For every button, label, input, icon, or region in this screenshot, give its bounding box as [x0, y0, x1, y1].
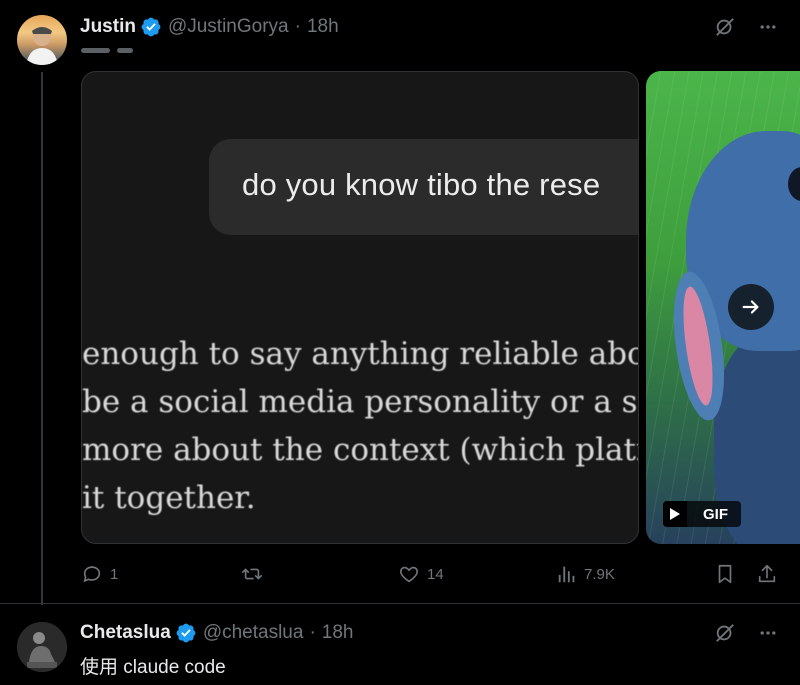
views-button[interactable]: 7.9K: [556, 563, 615, 585]
more-options-icon[interactable]: [758, 623, 778, 643]
tweet-justin[interactable]: Justin @JustinGorya · 18h do you know ti…: [0, 0, 800, 605]
gif-label: GIF: [703, 505, 728, 523]
carousel-next-button[interactable]: [728, 284, 774, 330]
text-placeholder: [117, 48, 133, 53]
tweet-header: Justin @JustinGorya · 18h: [80, 14, 339, 40]
response-line: be a social media personality or a sp: [82, 384, 639, 420]
like-button[interactable]: 14: [397, 563, 444, 585]
media-gif[interactable]: [646, 71, 800, 544]
text-placeholder: [81, 48, 110, 53]
bookmark-icon: [718, 564, 732, 584]
verified-badge-icon: [140, 16, 162, 38]
more-options-icon[interactable]: [758, 17, 778, 37]
retweet-icon: [242, 568, 262, 580]
play-icon[interactable]: [663, 501, 687, 527]
response-line: more about the context (which platf: [82, 432, 639, 468]
chat-bubble-text: do you know tibo the rese: [242, 167, 601, 202]
reply-button[interactable]: 1: [80, 563, 118, 585]
reply-icon: [83, 566, 101, 583]
heart-icon: [399, 566, 419, 583]
share-button[interactable]: [756, 563, 778, 585]
response-text: enough to say anything reliable abou be …: [82, 330, 639, 522]
like-count: 14: [427, 565, 444, 583]
separator-dot: ·: [294, 16, 301, 37]
tweet-top-actions: [714, 622, 778, 644]
timestamp[interactable]: 18h: [322, 622, 354, 644]
author-name[interactable]: Chetaslua: [80, 622, 171, 644]
views-icon: [558, 566, 575, 583]
verified-badge-icon: [175, 622, 197, 644]
tweet-text: 使用 claude code: [80, 657, 226, 678]
author-handle[interactable]: @JustinGorya: [168, 16, 289, 38]
bookmark-button[interactable]: [714, 563, 736, 585]
avatar[interactable]: [17, 15, 67, 65]
avatar[interactable]: [17, 622, 67, 672]
tweet-header: Chetaslua @chetaslua · 18h: [80, 620, 353, 646]
separator-dot: ·: [309, 622, 316, 643]
retweet-button[interactable]: [239, 563, 265, 585]
share-icon: [758, 564, 776, 583]
media-image-screenshot[interactable]: do you know tibo the rese enough to say …: [81, 71, 639, 544]
grok-icon[interactable]: [714, 16, 736, 38]
arrow-right-icon: [742, 300, 759, 314]
response-line: enough to say anything reliable abou: [82, 336, 639, 372]
reply-count: 1: [110, 565, 119, 583]
view-count: 7.9K: [584, 565, 615, 583]
thread-line: [41, 72, 43, 605]
tweet-top-actions: [714, 16, 778, 38]
response-line: it together.: [82, 480, 256, 516]
gif-badge[interactable]: GIF: [663, 501, 741, 527]
author-name[interactable]: Justin: [80, 16, 136, 38]
author-handle[interactable]: @chetaslua: [203, 622, 304, 644]
tweet-actions: 1 14 7.9K: [80, 563, 785, 587]
timestamp[interactable]: 18h: [307, 16, 339, 38]
grok-icon[interactable]: [714, 622, 736, 644]
